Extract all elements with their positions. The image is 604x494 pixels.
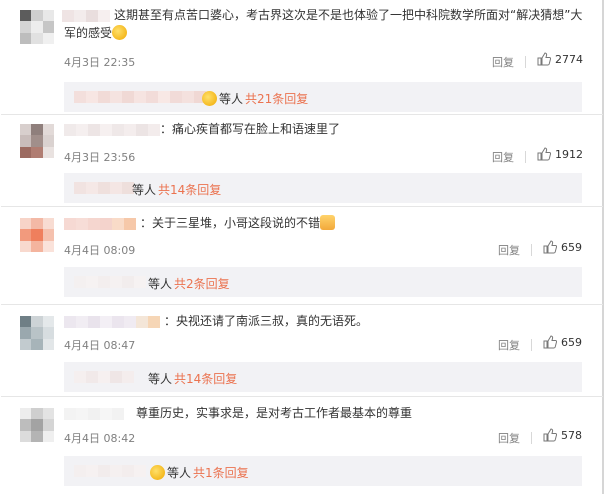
avatar[interactable] bbox=[20, 408, 54, 442]
divider bbox=[525, 151, 526, 163]
thumbs-up-icon bbox=[537, 52, 551, 66]
thumbs-up-icon bbox=[543, 240, 557, 254]
avatar[interactable] bbox=[20, 316, 54, 350]
sub-reply-summary[interactable]: 等人 共2条回复 bbox=[64, 267, 582, 297]
username-blurred[interactable] bbox=[64, 218, 136, 230]
divider bbox=[531, 244, 532, 256]
avatar[interactable] bbox=[20, 218, 54, 252]
laughing-emoji-icon bbox=[150, 465, 165, 480]
reply-button[interactable]: 回复 bbox=[492, 149, 514, 165]
divider bbox=[1, 114, 603, 115]
like-count: 578 bbox=[561, 428, 582, 442]
comment-feed: 这期甚至有点苦口婆心，考古界这次是不是也体验了一把中科院数学所面对“解决猜想”大… bbox=[0, 0, 604, 494]
sub-reply-label: 等人 共14条回复 bbox=[132, 181, 222, 198]
like-count: 659 bbox=[561, 335, 582, 349]
comment-time: 4月4日 08:42 bbox=[64, 432, 136, 445]
comment-time: 4月3日 22:35 bbox=[64, 56, 136, 69]
divider bbox=[531, 339, 532, 351]
divider bbox=[525, 56, 526, 68]
comment-time: 4月4日 08:47 bbox=[64, 339, 136, 352]
like-button[interactable]: 659 bbox=[543, 335, 582, 349]
thumbs-up-icon bbox=[537, 147, 551, 161]
username-blurred[interactable] bbox=[64, 316, 160, 328]
divider bbox=[1, 206, 603, 207]
thumbs-up-icon bbox=[543, 428, 557, 442]
comment-item: ：痛心疾首都写在脸上和语速里了 4月3日 23:56 回复 1912 等人 共1… bbox=[0, 120, 600, 212]
comment-text: ：关于三星堆，小哥这段说的不错 bbox=[140, 214, 336, 232]
sub-reply-user-blurred bbox=[74, 371, 134, 383]
sub-reply-label: 等人 共21条回复 bbox=[202, 90, 308, 107]
reply-total-link[interactable]: 共14条回复 bbox=[174, 370, 237, 387]
username-blurred[interactable] bbox=[62, 10, 110, 22]
reply-total-link[interactable]: 共1条回复 bbox=[193, 464, 249, 481]
like-button[interactable]: 2774 bbox=[537, 52, 583, 66]
thumbs-up-emoji-icon bbox=[320, 215, 336, 230]
reply-total-link[interactable]: 共2条回复 bbox=[174, 275, 230, 292]
reply-button[interactable]: 回复 bbox=[498, 242, 520, 258]
comment-item: ：关于三星堆，小哥这段说的不错 4月4日 08:09 回复 659 等人 共2条… bbox=[0, 214, 600, 306]
like-button[interactable]: 578 bbox=[543, 428, 582, 442]
avatar[interactable] bbox=[20, 124, 54, 158]
username-blurred[interactable] bbox=[64, 124, 160, 136]
divider bbox=[1, 304, 603, 305]
comment-text: ：央视还请了南派三叔，真的无语死。 bbox=[164, 314, 369, 328]
avatar[interactable] bbox=[20, 10, 54, 44]
comment-item: ：央视还请了南派三叔，真的无语死。 4月4日 08:47 回复 659 等人 共… bbox=[0, 312, 600, 402]
sub-reply-user-blurred bbox=[74, 182, 134, 194]
like-count: 2774 bbox=[555, 52, 583, 66]
sub-reply-user-blurred bbox=[74, 91, 206, 103]
like-button[interactable]: 659 bbox=[543, 240, 582, 254]
like-count: 1912 bbox=[555, 147, 583, 161]
sub-reply-label: 等人 共2条回复 bbox=[148, 275, 230, 292]
sub-reply-summary[interactable]: 等人 共14条回复 bbox=[64, 173, 582, 203]
comment-item: 这期甚至有点苦口婆心，考古界这次是不是也体验了一把中科院数学所面对“解决猜想”大… bbox=[0, 6, 600, 114]
comment-text-continued: 军的感受 bbox=[64, 24, 128, 42]
sub-reply-summary[interactable]: 等人 共1条回复 bbox=[64, 456, 582, 486]
like-button[interactable]: 1912 bbox=[537, 147, 583, 161]
divider bbox=[1, 396, 603, 397]
comment-text: 尊重历史，实事求是，是对考古工作者最基本的尊重 bbox=[136, 406, 413, 420]
comment-text: 这期甚至有点苦口婆心，考古界这次是不是也体验了一把中科院数学所面对“解决猜想”大 bbox=[114, 8, 583, 22]
username-blurred[interactable] bbox=[64, 408, 124, 420]
thumbs-up-icon bbox=[543, 335, 557, 349]
comment-text: ：痛心疾首都写在脸上和语速里了 bbox=[160, 122, 341, 136]
comment-item: 尊重历史，实事求是，是对考古工作者最基本的尊重 4月4日 08:42 回复 57… bbox=[0, 404, 600, 494]
divider bbox=[531, 432, 532, 444]
laughing-emoji-icon bbox=[202, 91, 217, 106]
comment-time: 4月3日 23:56 bbox=[64, 151, 136, 164]
reply-button[interactable]: 回复 bbox=[498, 337, 520, 353]
like-count: 659 bbox=[561, 240, 582, 254]
reply-button[interactable]: 回复 bbox=[492, 54, 514, 70]
sub-reply-user-blurred bbox=[74, 465, 146, 477]
sub-reply-summary[interactable]: 等人 共14条回复 bbox=[64, 362, 582, 392]
sub-reply-user-blurred bbox=[74, 276, 146, 288]
laughing-emoji-icon bbox=[112, 25, 128, 40]
sub-reply-label: 等人 共1条回复 bbox=[150, 464, 249, 481]
reply-total-link[interactable]: 共14条回复 bbox=[158, 181, 221, 198]
comment-time: 4月4日 08:09 bbox=[64, 244, 136, 257]
reply-total-link[interactable]: 共21条回复 bbox=[245, 90, 308, 107]
sub-reply-label: 等人 共14条回复 bbox=[148, 370, 238, 387]
sub-reply-summary[interactable]: 等人 共21条回复 bbox=[64, 82, 582, 112]
reply-button[interactable]: 回复 bbox=[498, 430, 520, 446]
